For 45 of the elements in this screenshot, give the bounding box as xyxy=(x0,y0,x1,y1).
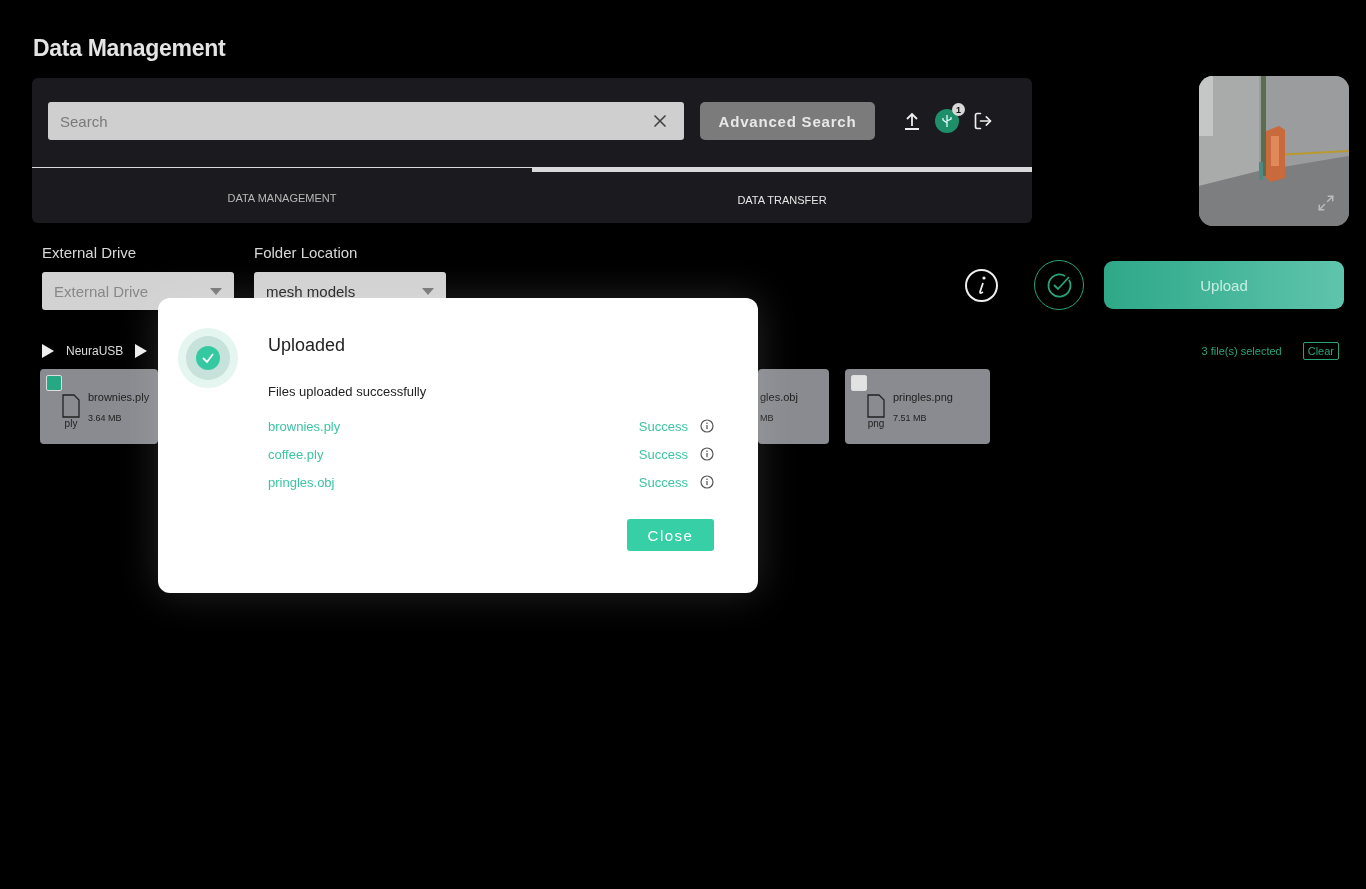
check-button[interactable] xyxy=(1034,260,1084,310)
info-icon[interactable] xyxy=(700,419,714,433)
advanced-search-button[interactable]: Advanced Search xyxy=(700,102,875,140)
file-size: 3.64 MB xyxy=(88,412,123,423)
checkbox[interactable] xyxy=(851,375,867,391)
file-icon xyxy=(867,394,885,418)
logout-icon[interactable] xyxy=(973,111,993,131)
file-extension: png xyxy=(867,418,885,429)
dialog-message: Files uploaded successfully xyxy=(268,384,428,399)
field-label: Folder Location xyxy=(254,244,359,263)
file-icon xyxy=(62,394,80,418)
upload-status: Success xyxy=(638,418,688,434)
dialog-title: Uploaded xyxy=(268,335,347,356)
file-card[interactable]: ply brownies.ply 3.64 MB xyxy=(40,369,158,444)
file-name: brownies.ply xyxy=(88,390,150,403)
tab[interactable]: DATA TRANSFER xyxy=(532,167,1032,217)
file-card[interactable]: gles.obj MB xyxy=(758,369,829,444)
checkbox[interactable] xyxy=(46,375,62,391)
caret-icon xyxy=(422,287,434,295)
selection-count: 3 file(s) selected xyxy=(1201,345,1282,357)
tab[interactable]: DATA MANAGEMENT xyxy=(32,167,532,217)
info-icon[interactable] xyxy=(700,475,714,489)
info-icon[interactable] xyxy=(700,447,714,461)
upload-status: Success xyxy=(638,446,688,462)
file-name: gles.obj xyxy=(760,390,798,403)
upload-status: Success xyxy=(638,474,688,490)
file-name: pringles.png xyxy=(893,390,953,403)
upload-icon[interactable] xyxy=(903,111,921,131)
breadcrumb-item[interactable]: NeuraUSB xyxy=(66,344,124,358)
count-badge: 1 xyxy=(952,103,965,116)
check-icon[interactable] xyxy=(1045,271,1073,299)
info-button[interactable] xyxy=(965,268,998,302)
clear-button[interactable]: Clear xyxy=(1302,342,1339,360)
file-card[interactable]: png pringles.png 7.51 MB xyxy=(845,369,990,444)
caret-icon xyxy=(210,287,222,295)
page-title: Data Management xyxy=(33,34,227,63)
success-icon xyxy=(178,328,238,388)
search-field[interactable]: Search xyxy=(48,102,684,140)
play-icon[interactable] xyxy=(42,344,54,358)
file-size: 7.51 MB xyxy=(893,412,928,423)
file-size: MB xyxy=(760,412,775,423)
field-label: External Drive xyxy=(42,244,138,263)
usb-icon[interactable] xyxy=(935,109,959,133)
play-icon[interactable] xyxy=(135,344,148,358)
file-extension: ply xyxy=(64,418,78,429)
